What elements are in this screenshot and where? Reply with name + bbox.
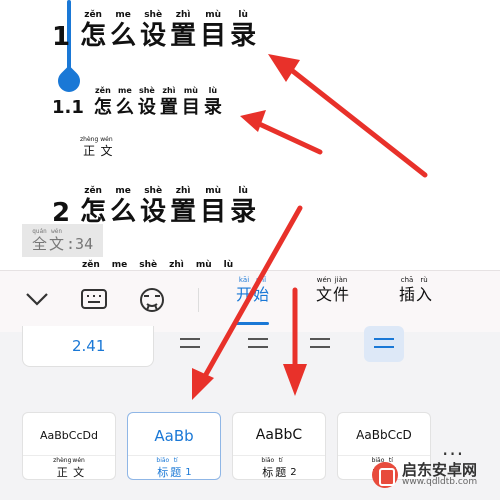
ruby-char: shè 设	[140, 10, 167, 51]
ruby-char: mù 目	[200, 186, 227, 227]
card-divider	[23, 455, 115, 456]
heading-number: 1	[52, 22, 71, 52]
ruby-char: zěn 怎	[93, 86, 112, 118]
ruby-char: zěn 怎	[80, 10, 107, 51]
ruby-char: zhèng 正	[80, 136, 99, 158]
ruby-char: biāo标	[261, 457, 275, 479]
emoji-icon[interactable]	[138, 286, 166, 314]
ruby-char: rù 入	[416, 276, 433, 304]
style-sample: AaBbC	[255, 427, 303, 443]
heading-2[interactable]: 1.1 zěn 怎 me 么 shè 设 zhì 置 mù 目 lù 录	[52, 86, 222, 118]
ruby-char: lù 录	[230, 10, 257, 51]
style-level-number: 2	[290, 467, 297, 478]
ruby-char: wén 文	[49, 228, 65, 253]
ruby-char: zěn 怎	[80, 186, 107, 227]
ruby-char: zhì 置	[170, 10, 197, 51]
style-label: biāo 标 tí 题 1	[128, 457, 220, 479]
ruby-char: me 么	[110, 10, 137, 51]
heading-1[interactable]: 1 zěn 怎 me 么 shè 设 zhì 置 mù 目 lù 录	[52, 10, 256, 50]
align-left-button[interactable]	[170, 326, 210, 362]
style-level-number: 1	[185, 467, 192, 478]
heading-3[interactable]: 2 zěn 怎 me 么 shè 设 zhì 置 mù 目 lù 录	[52, 186, 256, 226]
ruby-char: wén 文	[316, 276, 333, 304]
tab-insert[interactable]: chā 插 rù 入	[399, 276, 432, 304]
ruby-char: mù 目	[181, 86, 200, 118]
ruby-char: lù 录	[230, 186, 257, 227]
card-divider	[338, 455, 430, 456]
tab-file[interactable]: wén 文 jiàn 件	[316, 276, 349, 304]
ruby-char: shè 设	[137, 86, 156, 118]
word-count-value: :34	[66, 235, 94, 253]
ruby-char: kāi 开	[236, 276, 253, 304]
collapse-chevron-icon[interactable]	[24, 286, 50, 312]
ruby-char: lù 录	[203, 86, 222, 118]
watermark-logo-icon	[372, 462, 398, 488]
ruby-char: biāo标	[156, 457, 170, 479]
card-divider	[233, 455, 325, 456]
ruby-char: zhì 置	[170, 186, 197, 227]
ruby-char: wén 文	[72, 457, 85, 479]
ruby-char: jiàn 件	[333, 276, 350, 304]
style-card-heading-2[interactable]: AaBbC biāo 标 tí 题 2	[232, 412, 326, 480]
ruby-char: zhèng 正	[53, 457, 72, 479]
ruby-char: tí题	[170, 457, 182, 479]
watermark-url: www.qdldtb.com	[402, 477, 478, 487]
font-size-value: 2.41	[72, 337, 106, 355]
document-canvas[interactable]: 1 zěn 怎 me 么 shè 设 zhì 置 mù 目 lù 录 1.1 zěn 怎 me…	[0, 0, 500, 270]
heading-number: 2	[52, 198, 71, 228]
watermark: 启东安卓网 www.qdldtb.com	[372, 462, 477, 488]
active-tab-indicator	[235, 322, 269, 325]
ruby-char: tí题	[275, 457, 287, 479]
keyboard-icon[interactable]	[80, 286, 108, 312]
ruby-char: chā 插	[399, 276, 416, 304]
ruby-char: me 么	[110, 186, 137, 227]
style-sample: AaBbCcDd	[40, 429, 98, 442]
body-text[interactable]: zhèng 正 wén 文	[80, 136, 113, 158]
ruby-char: wén 文	[100, 136, 113, 158]
card-divider	[128, 455, 220, 456]
ruby-char: quán 全	[32, 228, 48, 253]
more-styles-button[interactable]: ...	[442, 436, 464, 460]
style-card-body[interactable]: AaBbCcDd zhèng 正 wén 文	[22, 412, 116, 480]
align-right-button[interactable]	[300, 326, 340, 362]
ruby-char: shǐ 始	[253, 276, 270, 304]
ruby-char: zhì 置	[159, 86, 178, 118]
ruby-char: shè 设	[140, 186, 167, 227]
style-label: zhèng 正 wén 文	[23, 457, 115, 479]
align-justify-button[interactable]	[364, 326, 404, 362]
style-sample: AaBbCcD	[356, 428, 412, 442]
tab-start[interactable]: kāi 开 shǐ 始	[236, 276, 269, 304]
ruby-char: mù 目	[200, 10, 227, 51]
word-count-badge: quán 全 wén 文 :34	[22, 224, 104, 257]
ruby-char: me 么	[115, 86, 134, 118]
toolbar-divider	[198, 288, 199, 312]
align-center-button[interactable]	[238, 326, 278, 362]
style-card-heading-1[interactable]: AaBb biāo 标 tí 题 1	[127, 412, 221, 480]
style-sample: AaBb	[154, 427, 194, 445]
style-label: biāo 标 tí 题 2	[233, 457, 325, 479]
heading-number: 1.1	[52, 97, 84, 118]
watermark-title: 启东安卓网	[402, 461, 478, 479]
